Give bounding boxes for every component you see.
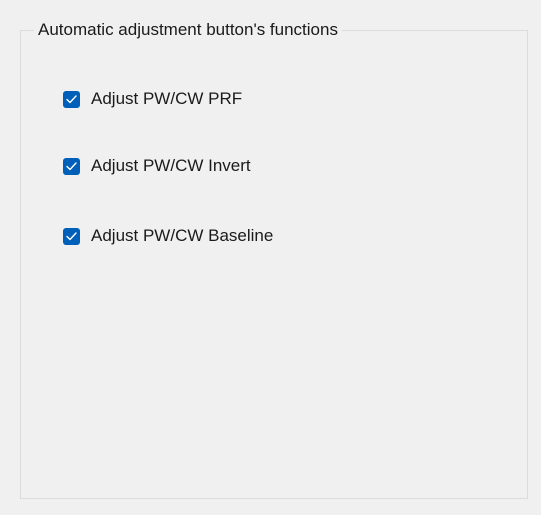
adjust-baseline-label[interactable]: Adjust PW/CW Baseline	[91, 226, 273, 246]
checkmark-icon[interactable]	[63, 157, 80, 175]
adjust-prf-checkbox[interactable]: Adjust PW/CW PRF	[63, 87, 242, 111]
checkmark-icon[interactable]	[63, 90, 80, 108]
groupbox-title: Automatic adjustment button's functions	[34, 19, 342, 41]
adjust-invert-label[interactable]: Adjust PW/CW Invert	[91, 156, 251, 176]
adjust-invert-checkbox[interactable]: Adjust PW/CW Invert	[63, 154, 251, 178]
adjust-baseline-checkbox[interactable]: Adjust PW/CW Baseline	[63, 224, 273, 248]
adjust-prf-label[interactable]: Adjust PW/CW PRF	[91, 89, 242, 109]
checkmark-icon[interactable]	[63, 227, 80, 245]
